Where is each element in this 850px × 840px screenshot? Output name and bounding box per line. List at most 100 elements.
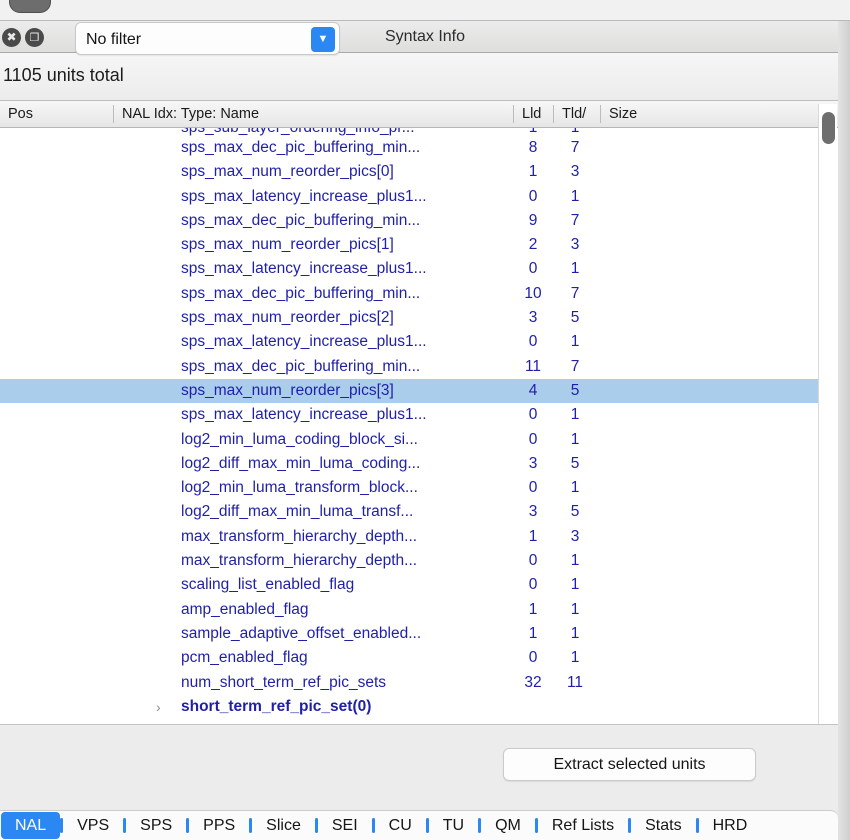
table-row[interactable]: › short_term_ref_pic_set(0) — [0, 695, 818, 719]
row-tld: 11 — [553, 671, 597, 695]
row-tld: 5 — [553, 379, 597, 403]
row-tld: 7 — [553, 209, 597, 233]
column-header-pos[interactable]: Pos — [0, 101, 113, 127]
column-header-size[interactable]: Size — [601, 101, 818, 127]
table-row[interactable]: sps_max_num_reorder_pics[2]35 — [0, 306, 818, 330]
tab-tu[interactable]: TU — [429, 811, 478, 840]
table-row[interactable]: sps_max_dec_pic_buffering_min...97 — [0, 209, 818, 233]
scrollbar-thumb[interactable] — [822, 112, 835, 144]
row-tld: 7 — [553, 136, 597, 160]
top-toolbar-strip — [0, 0, 850, 21]
row-lld: 0 — [513, 428, 553, 452]
row-lld: 0 — [513, 573, 553, 597]
table-row[interactable]: log2_diff_max_min_luma_transf... 35 — [0, 500, 818, 524]
row-tld — [553, 695, 597, 719]
row-tld: 1 — [553, 622, 597, 646]
extract-selected-units-button[interactable]: Extract selected units — [503, 748, 756, 781]
row-name: log2_diff_max_min_luma_transf... — [181, 500, 413, 524]
table-row[interactable]: pcm_enabled_flag01 — [0, 646, 818, 670]
row-name: sps_max_latency_increase_plus1... — [181, 185, 427, 209]
table-row[interactable]: log2_min_luma_transform_block...01 — [0, 476, 818, 500]
column-header-tld[interactable]: Tld/ — [554, 101, 600, 127]
row-lld: 1 — [513, 622, 553, 646]
row-name: log2_min_luma_coding_block_si... — [181, 428, 418, 452]
units-total-bar: 1105 units total — [0, 53, 850, 101]
syntax-unit-list[interactable]: sps_sub_layer_ordering_info_pr...11sps_m… — [0, 128, 850, 724]
row-lld: 3 — [513, 306, 553, 330]
row-lld: 0 — [513, 476, 553, 500]
row-lld: 3 — [513, 452, 553, 476]
table-row[interactable]: scaling_list_enabled_flag 01 — [0, 573, 818, 597]
row-name: sps_sub_layer_ordering_info_pr... — [181, 128, 415, 136]
disclosure-chevron-icon[interactable]: › — [156, 695, 161, 719]
tab-sei[interactable]: SEI — [318, 811, 372, 840]
row-lld — [513, 695, 553, 719]
table-row[interactable]: sps_max_latency_increase_plus1...01 — [0, 257, 818, 281]
table-row[interactable]: sps_max_dec_pic_buffering_min...117 — [0, 355, 818, 379]
tab-vps[interactable]: VPS — [63, 811, 123, 840]
row-lld: 11 — [513, 355, 553, 379]
row-tld: 1 — [553, 598, 597, 622]
row-name: max_transform_hierarchy_depth... — [181, 549, 417, 573]
row-name: sps_max_num_reorder_pics[1] — [181, 233, 394, 257]
row-lld: 1 — [513, 128, 553, 136]
table-row[interactable]: sps_max_dec_pic_buffering_min...107 — [0, 282, 818, 306]
table-row[interactable]: sps_max_latency_increase_plus1...01 — [0, 185, 818, 209]
chevron-down-icon[interactable]: ▼ — [311, 27, 335, 52]
row-lld: 3 — [513, 500, 553, 524]
tab-qm[interactable]: QM — [481, 811, 535, 840]
row-name: sps_max_num_reorder_pics[3] — [181, 379, 394, 403]
row-tld: 5 — [553, 500, 597, 524]
row-name: sample_adaptive_offset_enabled... — [181, 622, 421, 646]
row-tld: 1 — [553, 257, 597, 281]
column-header-lld[interactable]: Lld — [514, 101, 553, 127]
row-lld: 4 — [513, 379, 553, 403]
table-row[interactable]: sps_max_num_reorder_pics[0]13 — [0, 160, 818, 184]
row-lld: 0 — [513, 549, 553, 573]
tab-nal[interactable]: NAL — [1, 812, 60, 839]
table-row[interactable]: sps_max_dec_pic_buffering_min... 87 — [0, 136, 818, 160]
row-tld: 1 — [553, 403, 597, 427]
row-tld: 3 — [553, 525, 597, 549]
tab-hrd[interactable]: HRD — [699, 811, 762, 840]
row-lld: 8 — [513, 136, 553, 160]
table-row[interactable]: sps_max_num_reorder_pics[3] 45 — [0, 379, 818, 403]
tab-slice[interactable]: Slice — [252, 811, 315, 840]
vertical-scrollbar[interactable] — [818, 104, 837, 724]
table-row[interactable]: amp_enabled_flag 11 — [0, 598, 818, 622]
table-row[interactable]: sample_adaptive_offset_enabled... 11 — [0, 622, 818, 646]
row-lld: 2 — [513, 233, 553, 257]
tab-stats[interactable]: Stats — [631, 811, 695, 840]
row-lld: 1 — [513, 525, 553, 549]
window-right-edge — [838, 21, 850, 840]
tab-ref-lists[interactable]: Ref Lists — [538, 811, 628, 840]
row-tld: 1 — [553, 646, 597, 670]
filter-dropdown[interactable]: No filter ▼ — [75, 22, 340, 55]
row-name: short_term_ref_pic_set(0) — [181, 695, 371, 719]
tab-pps[interactable]: PPS — [189, 811, 249, 840]
table-row[interactable]: sps_sub_layer_ordering_info_pr... 11 — [0, 128, 818, 136]
row-name: sps_max_latency_increase_plus1... — [181, 403, 427, 427]
table-row[interactable]: num_short_term_ref_pic_sets3211 — [0, 671, 818, 695]
row-tld: 1 — [553, 573, 597, 597]
toolbar-pill-button[interactable] — [9, 0, 51, 13]
table-row[interactable]: max_transform_hierarchy_depth...01 — [0, 549, 818, 573]
table-row[interactable]: log2_min_luma_coding_block_si...01 — [0, 428, 818, 452]
table-row[interactable]: log2_diff_max_min_luma_coding...35 — [0, 452, 818, 476]
row-tld: 5 — [553, 306, 597, 330]
row-name: log2_diff_max_min_luma_coding... — [181, 452, 420, 476]
table-row[interactable]: sps_max_latency_increase_plus1...01 — [0, 330, 818, 354]
row-lld: 0 — [513, 330, 553, 354]
tab-sps[interactable]: SPS — [126, 811, 186, 840]
column-header-name[interactable]: NAL Idx: Type: Name — [114, 101, 513, 127]
row-tld: 1 — [553, 128, 597, 136]
row-name: log2_min_luma_transform_block... — [181, 476, 418, 500]
table-row[interactable]: sps_max_num_reorder_pics[1]23 — [0, 233, 818, 257]
row-name: sps_max_dec_pic_buffering_min... — [181, 136, 420, 160]
row-name: scaling_list_enabled_flag — [181, 573, 354, 597]
tab-cu[interactable]: CU — [375, 811, 426, 840]
table-row[interactable]: sps_max_latency_increase_plus1...01 — [0, 403, 818, 427]
table-row[interactable]: max_transform_hierarchy_depth...13 — [0, 525, 818, 549]
row-lld: 1 — [513, 598, 553, 622]
row-name: amp_enabled_flag — [181, 598, 309, 622]
